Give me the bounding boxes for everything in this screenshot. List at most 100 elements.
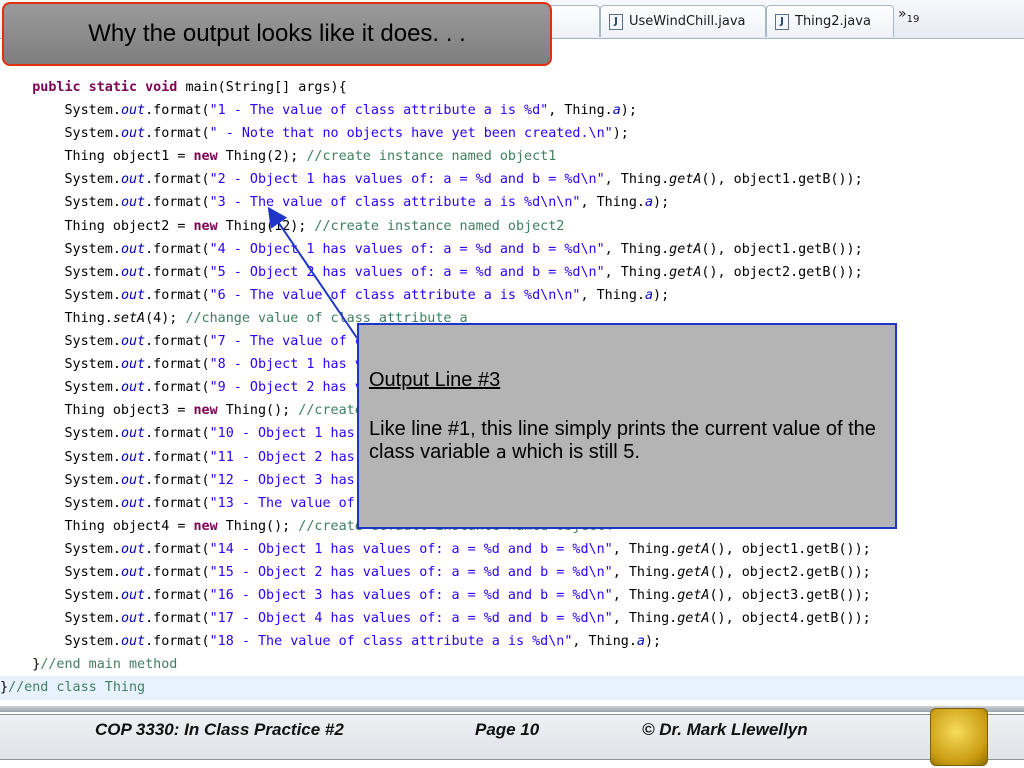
code-token: a: [644, 195, 654, 211]
code-token: .format(: [145, 472, 210, 488]
code-token: "14 - Object 1 has values of: a = %d and…: [209, 541, 613, 557]
code-token: .format(: [145, 103, 210, 119]
code-token: Thing();: [217, 518, 299, 534]
code-token: Thing(12);: [217, 218, 315, 234]
code-token: System.: [0, 564, 121, 580]
code-token: System.: [0, 472, 121, 488]
code-token: Thing();: [217, 403, 299, 419]
code-token: (), object2.getB());: [701, 264, 863, 280]
code-token: Thing.: [0, 310, 113, 326]
code-token: System.: [0, 495, 121, 511]
code-token: System.: [0, 357, 121, 373]
code-token: out: [120, 357, 146, 373]
code-token: , Thing.: [572, 634, 637, 650]
code-token: out: [120, 472, 146, 488]
code-token: getA: [669, 172, 702, 188]
code-token: (4);: [145, 310, 186, 326]
code-token: (), object1.getB());: [701, 241, 863, 257]
code-token: .format(: [145, 195, 210, 211]
code-token: (), object3.getB());: [709, 588, 871, 604]
code-token: out: [120, 334, 146, 350]
code-token: System.: [0, 241, 121, 257]
code-token: out: [120, 611, 146, 627]
code-token: System.: [0, 287, 121, 303]
code-token: out: [120, 172, 146, 188]
tab-overflow-count: 19: [906, 13, 920, 25]
code-token: out: [120, 541, 146, 557]
code-token: out: [120, 103, 146, 119]
code-token: Thing object4 =: [0, 518, 194, 534]
code-token: getA: [677, 541, 710, 557]
footer-page: Page 10: [475, 720, 540, 739]
code-token: public static void: [0, 80, 186, 95]
code-token: //create instance named object1: [306, 149, 557, 165]
code-token: .format(: [145, 634, 210, 650]
code-token: System.: [0, 126, 121, 142]
code-token: System.: [0, 426, 121, 442]
code-token: //end main method: [40, 657, 178, 673]
code-token: out: [120, 564, 146, 580]
code-token: System.: [0, 172, 121, 188]
code-line: System.out.format("14 - Object 1 has val…: [0, 538, 1024, 561]
code-line: System.out.format("15 - Object 2 has val…: [0, 561, 1024, 584]
code-token: Thing(2);: [217, 149, 307, 165]
code-token: //end class Thing: [8, 680, 146, 696]
code-token: .format(: [145, 264, 210, 280]
code-token: a: [644, 287, 654, 303]
code-token: System.: [0, 541, 121, 557]
code-token: new: [193, 218, 218, 234]
footer-course: COP 3330: In Class Practice #2: [95, 720, 344, 739]
footer-divider: [0, 706, 1024, 712]
code-token: "2 - Object 1 has values of: a = %d and …: [209, 172, 605, 188]
code-line: Thing object1 = new Thing(2); //create i…: [0, 145, 1024, 168]
code-token: System.: [0, 634, 121, 650]
code-token: out: [120, 449, 146, 465]
tab-overflow-button[interactable]: »19: [898, 6, 919, 25]
code-line: System.out.format("2 - Object 1 has valu…: [0, 168, 1024, 191]
code-token: setA: [112, 310, 146, 326]
code-token: "17 - Object 4 has values of: a = %d and…: [209, 611, 613, 627]
code-token: Thing object3 =: [0, 403, 194, 419]
explanation-callout: Output Line #3 Like line #1, this line s…: [357, 323, 897, 529]
code-token: );: [653, 195, 670, 211]
footer-author: © Dr. Mark Llewellyn: [642, 720, 808, 739]
code-token: );: [612, 126, 629, 142]
callout-text-end: which is still 5.: [506, 441, 640, 463]
code-token: a: [612, 103, 621, 119]
slide-title-box: Why the output looks like it does. . .: [2, 2, 552, 66]
code-token: out: [120, 634, 146, 650]
code-token: System.: [0, 449, 121, 465]
code-token: );: [644, 634, 662, 650]
tab-thing2[interactable]: J Thing2.java: [766, 5, 894, 37]
code-token: .format(: [145, 449, 210, 465]
code-token: System.: [0, 380, 121, 396]
code-token: .format(: [145, 541, 210, 557]
code-line: }//end main method: [0, 653, 1024, 676]
code-token: , Thing.: [604, 241, 670, 257]
code-token: .format(: [145, 495, 210, 511]
code-token: System.: [0, 334, 121, 350]
code-token: out: [120, 495, 146, 511]
code-token: "15 - Object 2 has values of: a = %d and…: [209, 564, 613, 580]
tab-label: UseWindChill.java: [629, 14, 746, 29]
code-token: getA: [677, 611, 710, 627]
code-line: System.out.format("3 - The value of clas…: [0, 191, 1024, 214]
code-token: System.: [0, 611, 121, 627]
code-token: .format(: [145, 611, 210, 627]
code-token: , Thing.: [548, 103, 613, 119]
callout-title: Output Line #3: [369, 369, 501, 391]
code-token: }: [0, 680, 9, 696]
code-token: out: [120, 287, 146, 303]
code-token: "6 - The value of class attribute a is %…: [209, 287, 581, 303]
callout-body: Like line #1, this line simply prints th…: [369, 418, 876, 463]
code-token: , Thing.: [604, 264, 670, 280]
code-line: System.out.format("1 - The value of clas…: [0, 99, 1024, 122]
code-token: out: [120, 380, 146, 396]
code-token: );: [620, 103, 637, 119]
tab-usewindchill[interactable]: J UseWindChill.java: [600, 5, 766, 37]
code-line: Thing object2 = new Thing(12); //create …: [0, 215, 1024, 238]
code-token: System.: [0, 588, 121, 604]
code-token: a: [636, 634, 645, 650]
code-token: System.: [0, 103, 121, 119]
code-token: "4 - Object 1 has values of: a = %d and …: [209, 241, 605, 257]
